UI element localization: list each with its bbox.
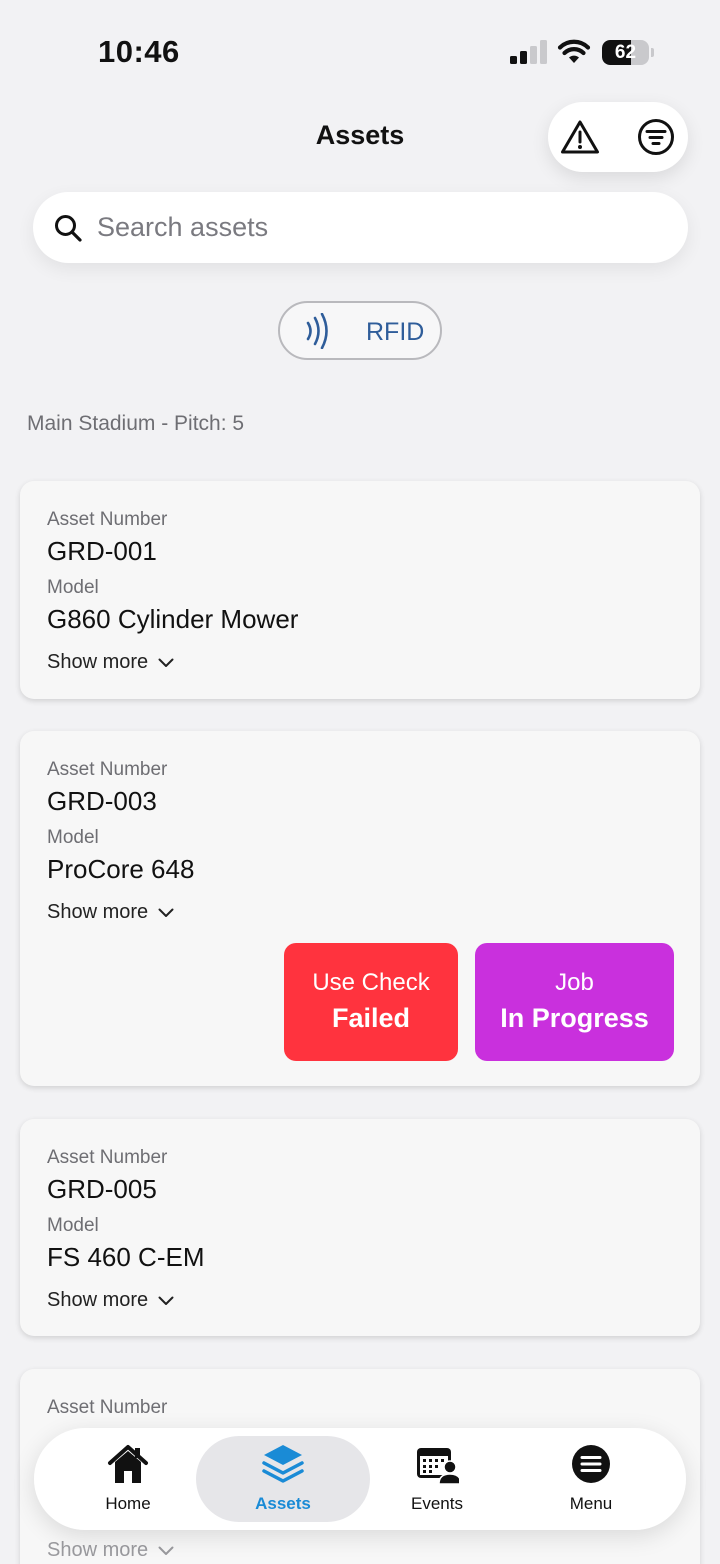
battery-percentage: 62 [614,42,637,63]
layers-icon [262,1445,304,1483]
status-bar: 10:46 62 [0,0,720,100]
asset-card[interactable]: Asset Number GRD-005 Model FS 460 C-EM S… [20,1119,700,1336]
nav-label: Assets [255,1494,311,1513]
show-more-button[interactable]: Show more [47,651,174,674]
location-label: Main Stadium - Pitch: 5 [27,412,245,435]
search-input[interactable] [97,202,667,253]
filter-icon [638,119,674,155]
search-icon [55,215,82,242]
model-name: FS 460 C-EM [47,1242,205,1272]
nav-menu[interactable]: Menu [526,1442,656,1522]
show-more-label: Show more [47,1289,149,1311]
status-value: In Progress [500,1003,649,1033]
asset-number: GRD-003 [47,786,157,816]
asset-card[interactable]: Asset Number GRD-003 Model ProCore 648 S… [20,731,700,1086]
battery-icon: 62 [602,40,649,65]
nav-events[interactable]: Events [372,1442,502,1522]
status-title: Use Check [312,969,430,996]
header-actions [548,102,688,172]
asset-card[interactable]: Asset Number GRD-001 Model G860 Cylinder… [20,481,700,699]
show-more-label: Show more [47,901,149,923]
menu-icon [572,1445,610,1483]
filter-button[interactable] [636,117,676,157]
search-bar[interactable] [33,192,688,263]
asset-number-label: Asset Number [47,1147,168,1168]
model-label: Model [47,1215,99,1236]
battery-indicator: 62 [602,40,654,66]
rfid-button[interactable]: RFID [278,301,442,360]
rfid-label: RFID [366,318,425,346]
asset-number-label: Asset Number [47,1397,168,1418]
asset-number: GRD-005 [47,1174,157,1204]
home-icon [108,1445,148,1483]
show-more-button[interactable]: Show more [47,901,174,924]
asset-number-label: Asset Number [47,759,168,780]
status-title: Job [555,969,594,996]
nav-label: Menu [569,1494,613,1513]
nav-assets[interactable]: Assets [218,1442,348,1522]
show-more-button[interactable]: Show more [47,1539,174,1562]
use-check-failed-button[interactable]: Use Check Failed [284,943,458,1061]
status-time: 10:46 [98,34,180,69]
show-more-label: Show more [47,651,149,673]
model-label: Model [47,827,99,848]
nav-label: Events [411,1494,463,1513]
assets-screen: 10:46 62 Assets Search assets RFID Main … [0,0,720,1564]
warning-icon [561,120,599,154]
model-name: G860 Cylinder Mower [47,604,299,634]
alerts-button[interactable] [560,117,600,157]
model-label: Model [47,577,99,598]
asset-number: GRD-001 [47,536,157,566]
chevron-down-icon [158,1546,174,1555]
chevron-down-icon [158,1296,174,1305]
rfid-icon [306,313,328,349]
model-name: ProCore 648 [47,854,195,884]
chevron-down-icon [158,658,174,667]
cellular-signal-icon [510,40,547,64]
bottom-navigation: Home Assets Events Menu [34,1428,686,1530]
job-in-progress-button[interactable]: Job In Progress [475,943,674,1061]
events-icon [417,1448,459,1485]
asset-number-label: Asset Number [47,509,168,530]
status-value: Failed [331,1003,411,1033]
show-more-button[interactable]: Show more [47,1289,174,1312]
wifi-icon [557,39,591,63]
chevron-down-icon [158,908,174,917]
show-more-label: Show more [47,1539,149,1561]
nav-label: Home [105,1494,151,1513]
nav-home[interactable]: Home [63,1442,193,1522]
